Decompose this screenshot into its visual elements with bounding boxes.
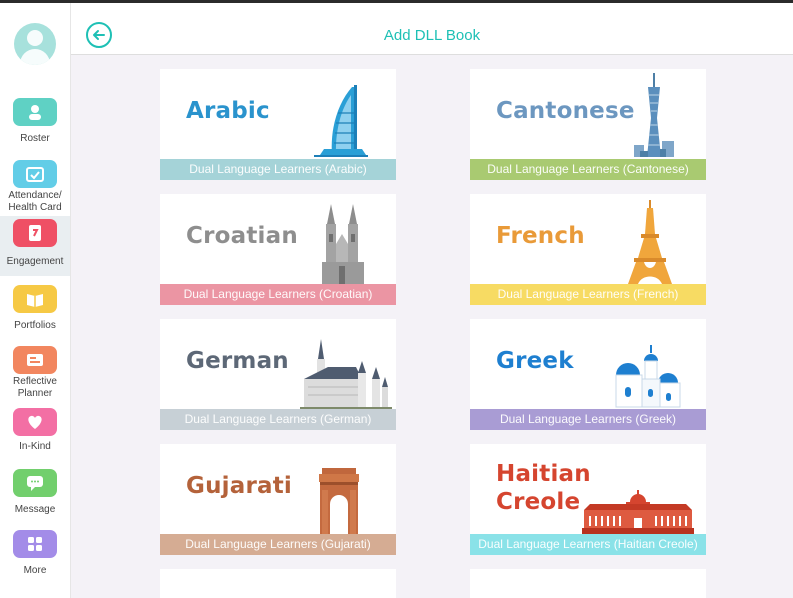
- avatar-body: [20, 49, 50, 65]
- sidebar-item-engagement[interactable]: Engagement: [0, 216, 70, 276]
- book-subtitle: Dual Language Learners (Greek): [470, 409, 706, 430]
- book-card-cantonese[interactable]: Cantonese Dual Language Learners (Canton…: [470, 69, 706, 180]
- book-card-gujarati[interactable]: Gujarati Dual Language Learners (Gujarat…: [160, 444, 396, 555]
- santorini-church-icon: [615, 345, 681, 408]
- sidebar-label-engagement: Engagement: [6, 256, 64, 267]
- sidebar-item-portfolios[interactable]: Portfolios: [0, 282, 70, 342]
- sidebar-item-in-kind[interactable]: In-Kind: [0, 405, 70, 465]
- book-title: Haitian Creole: [496, 460, 591, 516]
- app-window: Roster Attendance/ Health Card Engagemen…: [0, 3, 793, 598]
- avatar-head: [27, 30, 43, 46]
- neuschwanstein-castle-icon: [300, 339, 392, 409]
- heart-icon: [13, 408, 57, 436]
- book-card-greek[interactable]: Greek Dual Language Learners (Greek): [470, 319, 706, 430]
- book-subtitle: Dual Language Learners (Haitian Creole): [470, 534, 706, 555]
- engagement-icon: [13, 219, 57, 247]
- book-title: Greek: [496, 348, 574, 374]
- roster-icon: [13, 98, 57, 126]
- portfolio-icon: [13, 285, 57, 313]
- book-card-haitian-creole[interactable]: Haitian Creole Dual Language Learners (H…: [470, 444, 706, 555]
- grid-icon: [13, 530, 57, 558]
- book-title: Arabic: [186, 98, 270, 124]
- book-subtitle: Dual Language Learners (Arabic): [160, 159, 396, 180]
- user-avatar[interactable]: [14, 23, 56, 65]
- sidebar-label-portfolios: Portfolios: [14, 320, 56, 331]
- zagreb-cathedral-icon: [322, 204, 364, 284]
- message-icon: [13, 469, 57, 497]
- page-header: Add DLL Book: [71, 3, 793, 55]
- book-subtitle: Dual Language Learners (Croatian): [160, 284, 396, 305]
- book-subtitle: Dual Language Learners (French): [470, 284, 706, 305]
- india-gate-icon: [319, 468, 359, 534]
- eiffel-tower-icon: [628, 200, 672, 284]
- book-card-partial[interactable]: [160, 569, 396, 598]
- canton-tower-icon: [634, 73, 674, 157]
- book-title: Cantonese: [496, 98, 635, 124]
- book-card-partial[interactable]: [470, 569, 706, 598]
- burj-al-arab-icon: [314, 85, 368, 157]
- book-subtitle: Dual Language Learners (Gujarati): [160, 534, 396, 555]
- sidebar-label-roster: Roster: [20, 133, 50, 144]
- book-title: French: [496, 223, 585, 249]
- book-title: Gujarati: [186, 473, 292, 499]
- sidebar-item-roster[interactable]: Roster: [0, 95, 70, 155]
- sidebar-label-message: Message: [14, 504, 56, 515]
- planner-icon: [13, 346, 57, 374]
- sidebar-item-message[interactable]: Message: [0, 466, 70, 526]
- calendar-check-icon: [13, 160, 57, 188]
- sidebar-item-more[interactable]: More: [0, 527, 70, 587]
- book-card-croatian[interactable]: Croatian Dual Language Learners (Croatia…: [160, 194, 396, 305]
- sidebar-item-reflective-planner[interactable]: Reflective Planner: [0, 343, 70, 403]
- book-title: German: [186, 348, 289, 374]
- book-subtitle: Dual Language Learners (Cantonese): [470, 159, 706, 180]
- sidebar: Roster Attendance/ Health Card Engagemen…: [0, 3, 71, 598]
- sidebar-item-attendance[interactable]: Attendance/ Health Card: [0, 157, 70, 217]
- sidebar-label-attendance: Attendance/ Health Card: [8, 190, 62, 213]
- book-card-arabic[interactable]: Arabic Dual Language Learners (Arabic): [160, 69, 396, 180]
- book-title-line1: Haitian: [496, 461, 591, 487]
- book-title-line2: Creole: [496, 489, 581, 515]
- sidebar-label-in-kind: In-Kind: [19, 441, 51, 452]
- sidebar-label-reflective-planner: Reflective Planner: [13, 376, 57, 399]
- book-card-french[interactable]: French Dual Language Learners (French): [470, 194, 706, 305]
- haiti-palace-icon: [582, 490, 694, 534]
- book-card-german[interactable]: German Dual Language Learners (German): [160, 319, 396, 430]
- book-subtitle: Dual Language Learners (German): [160, 409, 396, 430]
- book-title: Croatian: [186, 223, 298, 249]
- sidebar-label-more: More: [23, 565, 47, 576]
- page-title: Add DLL Book: [383, 27, 481, 44]
